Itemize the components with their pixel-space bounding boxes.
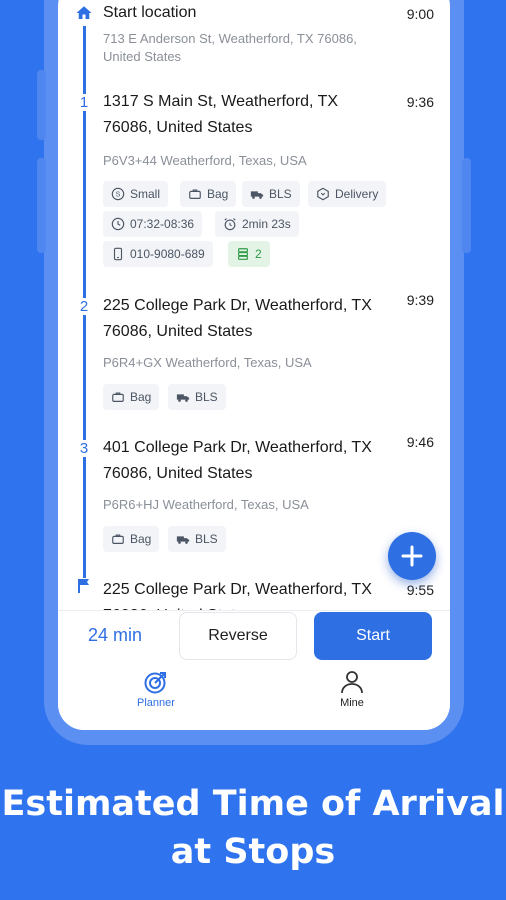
vehicle-icon — [176, 394, 190, 402]
add-stop-button[interactable] — [388, 532, 436, 580]
stop-eta: 9:36 — [406, 94, 434, 110]
size-icon: S — [111, 187, 125, 201]
plus-icon — [401, 545, 423, 567]
vehicle-icon — [250, 191, 264, 199]
clock-icon — [111, 217, 125, 231]
phone-side-button — [462, 158, 471, 253]
stop-number: 3 — [74, 440, 94, 457]
total-duration: 24 min — [88, 625, 143, 645]
stop-plus-code: P6R6+HJ Weatherford, Texas, USA — [103, 497, 309, 512]
tag-chip: BLS — [242, 181, 300, 207]
caption: Estimated Time of Arrival at Stops — [1, 784, 505, 872]
start-address: 713 E Anderson St, Weatherford, TX 76086… — [103, 31, 357, 64]
person-icon — [322, 669, 382, 695]
stop-eta: 9:46 — [406, 434, 434, 450]
bottom-bar: 24 min Reverse Start Planner Mine — [58, 610, 450, 730]
start-time: 9:00 — [406, 6, 434, 22]
tag-chip: BLS — [168, 526, 226, 552]
route-list[interactable]: Start location 9:00 713 E Anderson St, W… — [58, 0, 450, 610]
package-count-chip: 2 — [228, 241, 270, 267]
stop-plus-code: P6V3+44 Weatherford, Texas, USA — [103, 153, 307, 168]
planner-icon — [126, 669, 186, 695]
phone-side-button — [37, 158, 46, 253]
stop-address: 401 College Park Dr, Weatherford, TX 760… — [103, 439, 372, 482]
stop-number: 1 — [74, 94, 94, 111]
stop-number: 2 — [74, 298, 94, 315]
bag-icon — [189, 189, 201, 199]
duration-chip: 2min 23s — [215, 211, 299, 237]
start-title: Start location — [103, 4, 197, 21]
phone-icon — [113, 247, 123, 261]
tag-chip: BLS — [168, 384, 226, 410]
tab-mine[interactable]: Mine — [322, 669, 382, 709]
phone-chip[interactable]: 010-9080-689 — [103, 241, 213, 267]
tag-chip: Bag — [103, 526, 160, 552]
tag-chip: S Small — [103, 181, 169, 207]
vehicle-icon — [176, 536, 190, 544]
tab-planner[interactable]: Planner — [126, 669, 186, 709]
stop-address: 1317 S Main St, Weatherford, TX 76086, U… — [103, 93, 339, 136]
bag-icon — [112, 534, 124, 544]
time-window-chip: 07:32-08:36 — [103, 211, 203, 237]
flag-icon — [74, 578, 94, 598]
tag-chip: Bag — [103, 384, 160, 410]
stop-address: 225 College Park Dr, Weatherford, TX 760… — [103, 297, 372, 340]
app-screen: Start location 9:00 713 E Anderson St, W… — [58, 0, 450, 730]
tab-label: Mine — [340, 697, 364, 709]
bag-icon — [112, 392, 124, 402]
end-address: 225 College Park Dr, Weatherford, TX 760… — [103, 581, 372, 610]
stop-plus-code: P6R4+GX Weatherford, Texas, USA — [103, 355, 312, 370]
tag-chip: Bag — [180, 181, 237, 207]
stop-eta: 9:39 — [406, 292, 434, 308]
package-stack-icon — [238, 248, 248, 260]
tab-label: Planner — [137, 697, 175, 709]
home-icon — [74, 4, 94, 26]
start-button[interactable]: Start — [314, 612, 432, 660]
phone-side-button — [37, 70, 46, 140]
svg-text:S: S — [116, 192, 121, 199]
end-eta: 9:55 — [406, 582, 434, 598]
delivery-icon — [317, 187, 329, 201]
reverse-button[interactable]: Reverse — [179, 612, 297, 660]
tag-chip: Delivery — [308, 181, 387, 207]
alarm-icon — [224, 218, 236, 231]
